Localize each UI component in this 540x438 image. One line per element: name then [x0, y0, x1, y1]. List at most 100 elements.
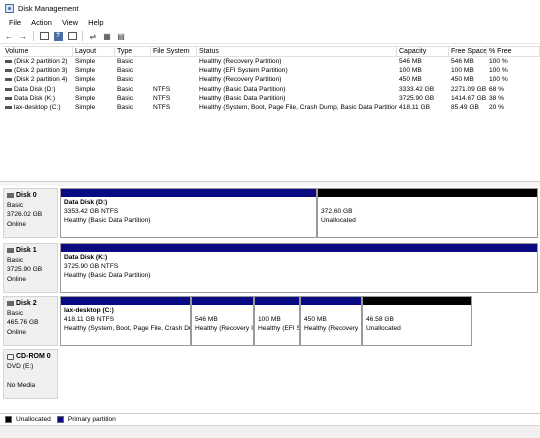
disk-label-cdrom[interactable]: CD-ROM 0 DVD (E:) No Media	[3, 349, 58, 399]
partition-recovery-2[interactable]: 450 MB Healthy (Recovery	[300, 296, 362, 346]
cell-layout: Simple	[75, 67, 96, 75]
disk-label-1[interactable]: Disk 1 Basic 3725.90 GB Online	[3, 243, 58, 293]
cell-layout: Simple	[75, 94, 96, 102]
console-tree-icon[interactable]	[38, 30, 50, 42]
partition-lax-desktop-c[interactable]: lax-desktop (C:) 418.11 GB NTFS Healthy …	[60, 296, 191, 346]
partition-status: Unallocated	[321, 216, 356, 224]
disk-size	[7, 371, 54, 381]
volume-name: (Disk 2 partition 3)	[14, 67, 68, 75]
partition-data-disk-k[interactable]: Data Disk (K:) 3725.90 GB NTFS Healthy (…	[60, 243, 538, 293]
column-volume[interactable]: Volume	[3, 47, 73, 56]
cell-status: Healthy (System, Boot, Page File, Crash …	[199, 103, 397, 111]
refresh-icon[interactable]: ▦	[101, 30, 113, 42]
disk-label-2[interactable]: Disk 2 Basic 465.76 GB Online	[3, 296, 58, 346]
table-row[interactable]: (Disk 2 partition 2) Simple Basic Healthy (…	[3, 57, 540, 66]
cell-percent-free: 100 %	[489, 67, 508, 75]
partition-size: 450 MB	[304, 315, 327, 323]
volume-icon	[5, 96, 12, 100]
partition-size: 546 MB	[195, 315, 218, 323]
cell-free-space: 2271.09 GB	[451, 85, 487, 93]
cell-percent-free: 68 %	[489, 85, 505, 93]
disk-name: Disk 1	[16, 247, 37, 254]
disk-name: CD-ROM 0	[16, 353, 51, 360]
partition-data-disk-d[interactable]: Data Disk (D:) 3353.42 GB NTFS Healthy (…	[60, 188, 317, 238]
view-icon[interactable]: ▤	[115, 30, 127, 42]
partition-name	[321, 199, 534, 208]
legend-primary-label: Primary partition	[67, 415, 116, 423]
menu-help[interactable]: Help	[83, 18, 108, 27]
disk-state: Online	[7, 220, 27, 228]
disk-type: Basic	[7, 201, 24, 209]
cell-capacity: 3333.42 GB	[399, 85, 435, 93]
partition-name: Data Disk (K:)	[64, 254, 108, 261]
partition-name	[258, 307, 296, 316]
menu-action[interactable]: Action	[26, 18, 57, 27]
column-layout[interactable]: Layout	[73, 47, 115, 56]
legend-unallocated-label: Unallocated	[16, 415, 51, 423]
column-free-space[interactable]: Free Space	[449, 47, 487, 56]
menu-file[interactable]: File	[4, 18, 26, 27]
disk-type: DVD (E:)	[7, 362, 34, 370]
back-arrow-icon[interactable]: ←	[3, 30, 15, 42]
column-capacity[interactable]: Capacity	[397, 47, 449, 56]
table-row[interactable]: Data Disk (D:) Simple Basic NTFS Healthy (Ba…	[3, 85, 540, 94]
cell-free-space: 100 MB	[451, 67, 474, 75]
cell-type: Basic	[117, 76, 134, 84]
volume-icon	[5, 87, 12, 91]
volume-icon	[5, 69, 12, 73]
cell-status: Healthy (Basic Data Partition)	[199, 85, 286, 93]
legend-primary-swatch	[56, 415, 64, 423]
help-icon[interactable]: ?	[52, 30, 64, 42]
legend-unallocated-swatch	[5, 415, 12, 423]
column-file-system[interactable]: File System	[151, 47, 197, 56]
table-row[interactable]: Data Disk (K:) Simple Basic NTFS Healthy (Ba…	[3, 94, 540, 103]
disk-size: 3726.02 GB	[7, 211, 43, 218]
volume-name: Data Disk (K:)	[14, 94, 56, 102]
partition-header	[192, 297, 253, 305]
disk-label-0[interactable]: Disk 0 Basic 3726.02 GB Online	[3, 188, 58, 238]
volume-icon	[5, 106, 12, 110]
partition-efi[interactable]: 100 MB Healthy (EFI S	[254, 296, 300, 346]
cell-file-system	[151, 66, 197, 75]
disk-row-0: Disk 0 Basic 3726.02 GB Online Data Disk…	[3, 188, 538, 238]
disk-row-2: Disk 2 Basic 465.76 GB Online lax-deskto…	[3, 296, 538, 346]
table-row[interactable]: lax-desktop (C:) Simple Basic NTFS Healthy (…	[3, 103, 540, 112]
column-percent-free[interactable]: % Free	[487, 47, 540, 56]
cell-free-space: 1414.67 GB	[451, 94, 487, 102]
partition-status: Healthy (Recovery	[304, 324, 359, 332]
table-row[interactable]: (Disk 2 partition 4) Simple Basic Healthy (…	[3, 75, 540, 84]
forward-arrow-icon[interactable]: →	[17, 30, 29, 42]
partition-unallocated[interactable]: 372.60 GB Unallocated	[317, 188, 538, 238]
column-type[interactable]: Type	[115, 47, 151, 56]
properties-icon[interactable]	[66, 30, 78, 42]
toolbar: ← → ? ⇌ ▦ ▤	[0, 29, 540, 44]
cell-volume: lax-desktop (C:)	[3, 103, 73, 112]
column-status[interactable]: Status	[197, 47, 397, 56]
volume-list-header: Volume Layout Type File System Status Ca…	[3, 47, 540, 57]
cell-free-space: 85.49 GB	[451, 103, 479, 111]
cell-free-space: 546 MB	[451, 58, 474, 65]
cell-percent-free: 100 %	[489, 58, 508, 65]
partition-status: Healthy (EFI S	[258, 324, 299, 332]
partition-unallocated[interactable]: 46.58 GB Unallocated	[362, 296, 472, 346]
cell-volume: Data Disk (D:)	[3, 85, 73, 94]
partition-header	[363, 297, 471, 305]
volume-name: (Disk 2 partition 2)	[14, 58, 68, 65]
cell-volume: Data Disk (K:)	[3, 94, 73, 103]
volume-list: Volume Layout Type File System Status Ca…	[3, 46, 540, 178]
connect-icon[interactable]: ⇌	[87, 30, 99, 42]
cell-status: Healthy (EFI System Partition)	[199, 67, 288, 75]
disk-name: Disk 0	[16, 192, 37, 199]
disk-state: No Media	[7, 381, 36, 389]
menu-view[interactable]: View	[57, 18, 83, 27]
disk-type: Basic	[7, 256, 24, 264]
volume-name: Data Disk (D:)	[14, 85, 56, 93]
partition-recovery-1[interactable]: 546 MB Healthy (Recovery I	[191, 296, 254, 346]
cell-type: Basic	[117, 103, 134, 111]
cell-type: Basic	[117, 67, 134, 75]
partition-size: 3725.90 GB NTFS	[64, 262, 119, 270]
disk-name: Disk 2	[16, 300, 37, 307]
cell-percent-free: 38 %	[489, 94, 505, 102]
table-row[interactable]: (Disk 2 partition 3) Simple Basic Healthy (…	[3, 66, 540, 75]
partition-header	[255, 297, 299, 305]
